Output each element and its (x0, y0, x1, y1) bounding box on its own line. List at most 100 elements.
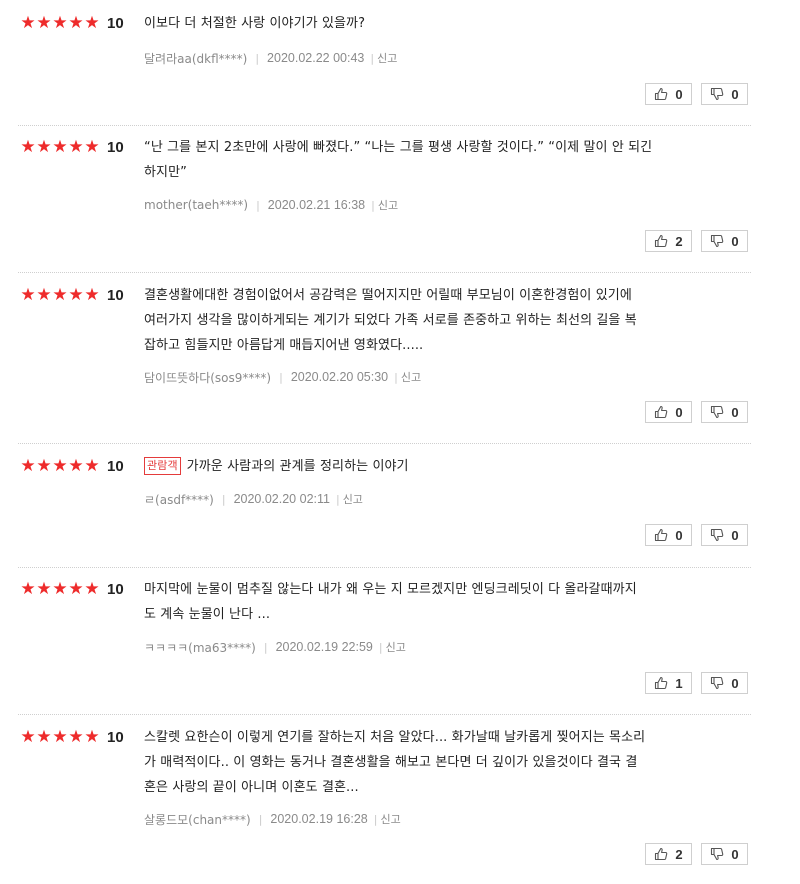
dislike-button[interactable]: 0 (701, 672, 748, 694)
review-meta: 살롱드모(chan****) | 2020.02.19 16:28 | 신고 (144, 810, 401, 828)
review-date: 2020.02.21 16:38 (267, 198, 366, 212)
review-date: 2020.02.22 00:43 (267, 51, 365, 65)
author-name[interactable]: mother(taeh****) (144, 198, 248, 212)
dislike-button[interactable]: 0 (701, 401, 748, 423)
star-icon: ★ (84, 284, 100, 305)
divider: | (371, 198, 375, 212)
divider: | (256, 198, 260, 212)
like-button[interactable]: 0 (645, 524, 692, 546)
review-line: “난 그를 본지 2초만에 사랑에 빠졌다.” “나는 그를 평생 사랑할 것이… (144, 140, 653, 155)
star-icon: ★ (68, 726, 84, 747)
star-icon: ★ (20, 136, 36, 157)
star-icon: ★ (52, 12, 68, 33)
star-icon: ★ (52, 455, 68, 476)
review-line: 가 매력적이다.. 이 영화는 동거나 결혼생활을 해보고 본다면 더 깊이가 … (144, 755, 638, 770)
viewer-badge: 관람객 (144, 457, 181, 475)
review-line: 잡하고 힘들지만 아름답게 매듭지어낸 영화였다..... (144, 338, 424, 353)
review-line: 가까운 사람과의 관계를 정리하는 이야기 (186, 459, 409, 474)
star-icon: ★ (20, 12, 36, 33)
star-icon: ★ (36, 284, 52, 305)
thumbs-down-icon (711, 234, 724, 248)
dislike-button[interactable]: 0 (701, 524, 748, 546)
like-count: 1 (675, 675, 683, 691)
dislike-count: 0 (731, 675, 739, 691)
star-icon: ★ (36, 136, 52, 157)
report-link[interactable]: 신고 (380, 811, 400, 827)
author-name[interactable]: 살롱드모(chan****) (144, 811, 251, 828)
star-rating: ★ ★ ★ ★ ★ 10 (20, 12, 123, 34)
star-icon: ★ (68, 136, 84, 157)
like-count: 2 (675, 846, 683, 862)
star-rating: ★ ★ ★ ★ ★ 10 (20, 136, 124, 158)
review-separator (18, 567, 751, 568)
like-button[interactable]: 2 (645, 843, 692, 865)
report-link[interactable]: 신고 (386, 639, 406, 655)
dislike-count: 0 (731, 86, 739, 102)
divider: | (370, 51, 375, 65)
dislike-button[interactable]: 0 (701, 230, 748, 252)
dislike-count: 0 (731, 527, 739, 543)
like-button[interactable]: 0 (645, 83, 692, 105)
divider: | (373, 812, 378, 826)
divider: | (279, 370, 283, 384)
review-line: 하지만” (144, 165, 188, 180)
divider: | (255, 51, 260, 65)
report-link[interactable]: 신고 (377, 50, 397, 66)
review-text: 마지막에 눈물이 멈추질 않는다 내가 왜 우는 지 모르겠지만 엔딩크레딧이 … (144, 577, 744, 627)
review-date: 2020.02.20 05:30 (290, 370, 389, 384)
thumbs-up-icon (655, 234, 668, 248)
review-text: “난 그를 본지 2초만에 사랑에 빠졌다.” “나는 그를 평생 사랑할 것이… (144, 135, 744, 185)
star-icon: ★ (84, 455, 100, 476)
review-line: 스칼렛 요한슨이 이렇게 연기를 잘하는지 처음 알았다... 화가날때 날카롭… (144, 730, 646, 745)
thumbs-up-icon (655, 528, 668, 542)
star-icon: ★ (20, 284, 36, 305)
star-icon: ★ (36, 455, 52, 476)
dislike-button[interactable]: 0 (701, 843, 748, 865)
star-icon: ★ (84, 726, 100, 747)
author-name[interactable]: 담이뜨뜻하다(sos9****) (144, 369, 271, 386)
dislike-count: 0 (731, 404, 739, 420)
star-icon: ★ (68, 12, 84, 33)
author-name[interactable]: ㄹ(asdf****) (144, 491, 214, 508)
star-icon: ★ (20, 578, 36, 599)
review-meta: ㄹ(asdf****) | 2020.02.20 02:11 | 신고 (144, 490, 363, 508)
star-icon: ★ (36, 578, 52, 599)
review-separator (18, 125, 751, 126)
thumbs-up-icon (655, 405, 668, 419)
review-separator (18, 714, 751, 715)
star-icon: ★ (20, 455, 36, 476)
divider: | (221, 492, 226, 506)
thumbs-down-icon (711, 847, 724, 861)
star-rating: ★ ★ ★ ★ ★ 10 (20, 455, 123, 477)
star-icon: ★ (84, 578, 100, 599)
like-button[interactable]: 2 (645, 230, 692, 252)
review-date: 2020.02.19 22:59 (275, 640, 373, 654)
divider: | (335, 492, 340, 506)
star-icon: ★ (68, 455, 84, 476)
review-meta: ㅋㅋㅋㅋ(ma63****) | 2020.02.19 22:59 | 신고 (144, 638, 406, 656)
review-text: 관람객 가까운 사람과의 관계를 정리하는 이야기 (144, 454, 744, 479)
vote-buttons: 0 0 (645, 524, 748, 546)
review-date: 2020.02.19 16:28 (270, 812, 368, 826)
review-separator (18, 272, 751, 273)
review-line: 혼은 사랑의 끝이 아니며 이혼도 결혼... (144, 780, 359, 795)
divider: | (258, 812, 263, 826)
review-line: 도 계속 눈물이 난다 ... (144, 607, 271, 622)
report-link[interactable]: 신고 (343, 491, 363, 507)
author-name[interactable]: ㅋㅋㅋㅋ(ma63****) (144, 639, 256, 656)
star-icon: ★ (84, 136, 100, 157)
thumbs-up-icon (655, 676, 668, 690)
like-count: 0 (675, 86, 683, 102)
thumbs-down-icon (711, 405, 724, 419)
like-button[interactable]: 1 (645, 672, 692, 694)
author-name[interactable]: 달려라aa(dkfl****) (144, 50, 247, 67)
report-link[interactable]: 신고 (378, 197, 398, 213)
vote-buttons: 2 0 (645, 230, 748, 252)
report-link[interactable]: 신고 (401, 369, 421, 385)
rating-score: 10 (107, 138, 124, 156)
review-meta: 달려라aa(dkfl****) | 2020.02.22 00:43 | 신고 (144, 49, 397, 67)
like-button[interactable]: 0 (645, 401, 692, 423)
dislike-button[interactable]: 0 (701, 83, 748, 105)
rating-score: 10 (107, 286, 124, 304)
star-icon: ★ (52, 726, 68, 747)
